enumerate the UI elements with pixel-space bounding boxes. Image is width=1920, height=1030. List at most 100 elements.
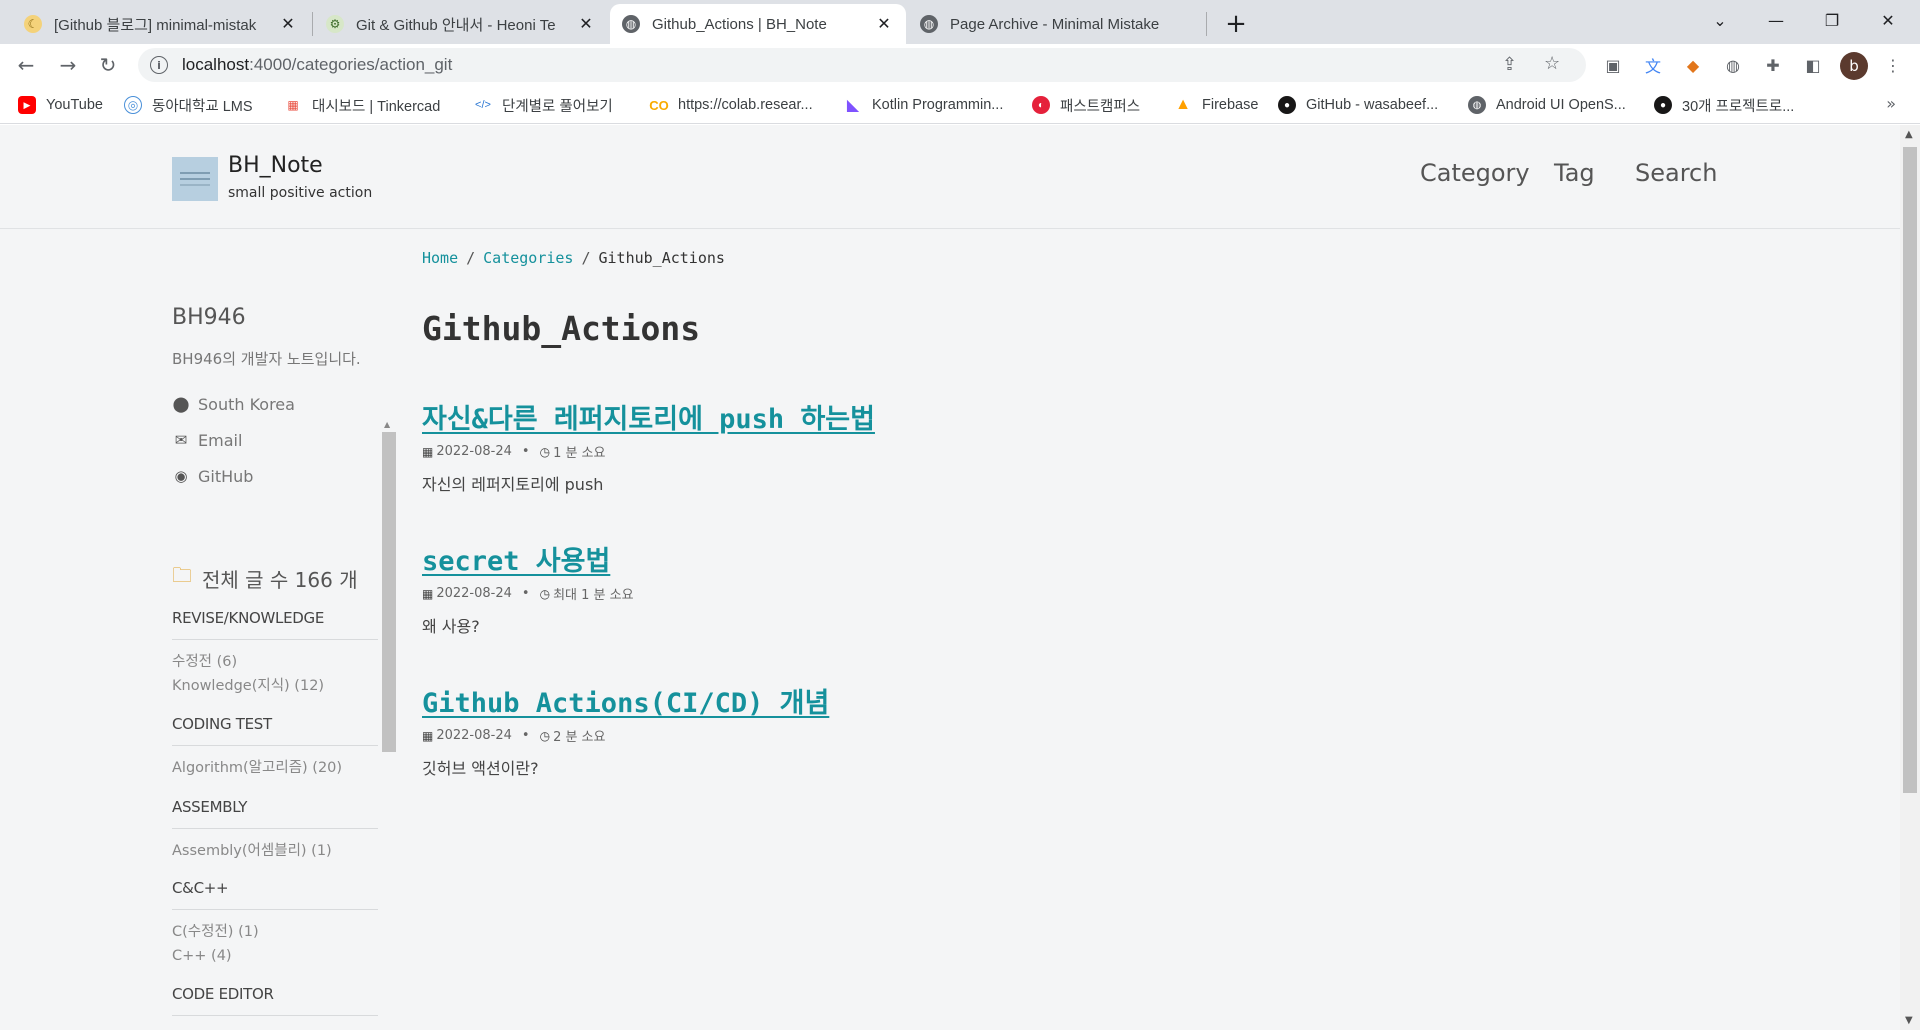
category-group: REVISE/KNOWLEDGE 수정전 (6) Knowledge(지식) (… (172, 609, 378, 698)
globe-icon: ◍ (920, 15, 938, 33)
post-excerpt: 자신의 레퍼지토리에 push (422, 475, 604, 494)
metamask-icon[interactable]: ◆ (1680, 52, 1706, 78)
youtube-icon: ▶ (18, 96, 36, 114)
breadcrumb-current: Github_Actions (598, 249, 725, 267)
restore-button[interactable]: ❐ (1804, 0, 1860, 40)
sidebar-scrollbar[interactable]: ▲ (380, 420, 396, 1030)
post-meta: ▦ 2022-08-24 • ◷ 1 분 소요 (422, 444, 606, 461)
category-group-head: ASSEMBLY (172, 798, 378, 829)
globe-icon: ◍ (622, 15, 640, 33)
forward-button[interactable]: → (52, 49, 84, 81)
clock-icon: ◷ (539, 728, 551, 743)
tab-strip: ☾ [Github 블로그] minimal-mistak ✕ ⚙ Git & … (0, 0, 1920, 44)
tab-0[interactable]: ☾ [Github 블로그] minimal-mistak ✕ (12, 4, 310, 44)
back-button[interactable]: ← (10, 49, 42, 81)
page: BH_Note small positive action Category T… (0, 125, 1900, 1030)
category-item[interactable]: Algorithm(알고리즘) (20) (172, 756, 378, 780)
tab-2[interactable]: ◍ Github_Actions | BH_Note ✕ (610, 4, 906, 44)
bookmark-30-projects[interactable]: ● 30개 프로젝트로... (1654, 86, 1794, 124)
breadcrumb: Home / Categories / Github_Actions (422, 249, 725, 267)
category-item[interactable]: Knowledge(지식) (12) (172, 674, 378, 698)
calendar-icon: ▦ (422, 586, 434, 601)
close-window-button[interactable]: ✕ (1860, 0, 1916, 40)
scroll-down-icon[interactable]: ▼ (1905, 1015, 1913, 1026)
bookmark-github-wasabeef[interactable]: ● GitHub - wasabeef... (1278, 86, 1438, 124)
tab-title: Page Archive - Minimal Mistake (950, 15, 1160, 33)
kotlin-icon: ◣ (846, 97, 860, 114)
tab-3[interactable]: ◍ Page Archive - Minimal Mistake (908, 4, 1204, 44)
bookmark-tinkercad[interactable]: ▦ 대시보드 | Tinkercad (284, 86, 440, 124)
nav-search[interactable]: Search (1635, 159, 1717, 187)
info-icon[interactable]: i (150, 56, 168, 74)
category-item[interactable]: C++ (4) (172, 944, 378, 968)
author-links: ⬤ South Korea ✉ Email ◉ GitHub (172, 386, 378, 494)
globe-icon: ◍ (1468, 96, 1486, 114)
profile-avatar[interactable]: b (1840, 52, 1868, 80)
chevron-double-right-icon[interactable]: » (1886, 94, 1896, 113)
map-marker-icon: ⬤ (172, 395, 190, 413)
tab-separator (1206, 12, 1207, 36)
author-profile: BH946 BH946의 개발자 노트입니다. ⬤ South Korea ✉ Em… (172, 305, 378, 494)
minimize-button[interactable]: — (1748, 0, 1804, 40)
chevron-down-icon[interactable]: ⌄ (1692, 0, 1748, 40)
post-excerpt: 왜 사용? (422, 617, 480, 636)
bookmark-lms[interactable]: ◎ 동아대학교 LMS (124, 86, 253, 124)
breadcrumb-home[interactable]: Home (422, 249, 458, 267)
post-title-link[interactable]: 자신&다른 레퍼지토리에 push 하는법 (422, 397, 1322, 436)
sidebar-scroll-thumb[interactable] (382, 432, 396, 752)
bookmarks-bar: ▶ YouTube ◎ 동아대학교 LMS ▦ 대시보드 | Tinkercad </… (0, 86, 1920, 124)
bookmark-kotlin[interactable]: ◣ Kotlin Programmin... (844, 86, 1004, 124)
category-group: CODE EDITOR (172, 985, 378, 1016)
scroll-up-icon[interactable]: ▲ (1905, 129, 1913, 140)
star-icon[interactable]: ☆ (1544, 53, 1560, 74)
tab-title: [Github 블로그] minimal-mistak (54, 16, 257, 34)
bookmark-youtube[interactable]: ▶ YouTube (18, 86, 103, 124)
menu-icon[interactable]: ⋮ (1880, 52, 1906, 78)
tinkercad-icon: ▦ (287, 98, 299, 112)
page-scroll-thumb[interactable] (1903, 147, 1917, 793)
close-icon[interactable]: ✕ (874, 14, 894, 34)
post-title-link[interactable]: secret 사용법 (422, 539, 1322, 578)
author-bio: BH946의 개발자 노트입니다. (172, 350, 361, 368)
puzzle-icon[interactable]: ✚ (1760, 52, 1786, 78)
sidebar: BH946 BH946의 개발자 노트입니다. ⬤ South Korea ✉ Em… (172, 125, 378, 1030)
nav-tag[interactable]: Tag (1554, 159, 1595, 187)
author-email-link[interactable]: ✉ Email (172, 422, 378, 458)
share-icon[interactable]: ⇪ (1502, 54, 1517, 75)
close-icon[interactable]: ✕ (576, 14, 596, 34)
scroll-up-icon[interactable]: ▲ (384, 420, 390, 429)
category-item[interactable]: 수정전 (6) (172, 650, 378, 674)
breadcrumb-categories[interactable]: Categories (483, 249, 573, 267)
category-item[interactable]: Assembly(어셈블리) (1) (172, 839, 378, 863)
media-icon[interactable]: ▣ (1600, 52, 1626, 78)
bookmark-fastcampus[interactable]: ◐ 패스트캠퍼스 (1032, 86, 1140, 124)
tab-title: Github_Actions | BH_Note (652, 15, 827, 33)
side-panel-icon[interactable]: ◧ (1800, 52, 1826, 78)
page-scrollbar[interactable]: ▲ ▼ (1900, 125, 1920, 1030)
address-bar[interactable]: i localhost:4000/categories/action_git ⇪… (138, 48, 1586, 82)
bookmark-baekjoon[interactable]: </> 단계별로 풀어보기 (474, 86, 613, 124)
tab-title: Git & Github 안내서 - Heoni Te (356, 16, 556, 34)
author-github-link[interactable]: ◉ GitHub (172, 458, 378, 494)
category-group: C&C++ C(수정전) (1) C++ (4) (172, 879, 378, 968)
new-tab-button[interactable]: + (1220, 8, 1252, 40)
bookmark-firebase[interactable]: ▲ Firebase (1174, 86, 1258, 124)
nav-category[interactable]: Category (1420, 159, 1530, 187)
bookmark-android-ui[interactable]: ◍ Android UI OpenS... (1468, 86, 1626, 124)
moon-icon: ☾ (24, 15, 42, 33)
post-title-link[interactable]: Github Actions(CI/CD) 개념 (422, 681, 1322, 720)
url-text[interactable]: localhost:4000/categories/action_git (182, 55, 452, 75)
tab-separator (312, 12, 313, 36)
colab-icon: CO (649, 97, 669, 113)
octocat-icon: ⚙ (326, 15, 344, 33)
globe-icon[interactable]: ◍ (1720, 52, 1746, 78)
post-item: secret 사용법 ▦ 2022-08-24 • ◷ 최대 1 분 소요 왜 사용… (422, 539, 1322, 637)
clock-icon: ◷ (539, 586, 551, 601)
tab-1[interactable]: ⚙ Git & Github 안내서 - Heoni Te ✕ (314, 4, 608, 44)
close-icon[interactable]: ✕ (278, 14, 298, 34)
bookmark-colab[interactable]: CO https://colab.resear... (649, 86, 812, 124)
github-icon: ● (1278, 96, 1296, 114)
reload-button[interactable]: ↻ (92, 49, 124, 81)
category-item[interactable]: C(수정전) (1) (172, 920, 378, 944)
translate-icon[interactable]: 文 (1640, 52, 1666, 78)
